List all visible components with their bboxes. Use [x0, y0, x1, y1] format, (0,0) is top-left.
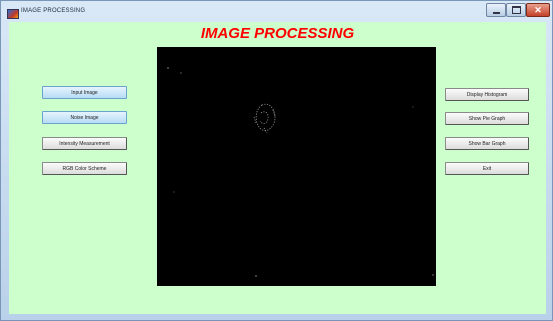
maximize-button[interactable]	[506, 3, 526, 17]
rgb-color-scheme-button[interactable]: RGB Color Scheme	[42, 162, 127, 175]
title-bar[interactable]: IMAGE PROCESSING ✕	[1, 1, 552, 23]
minimize-icon	[492, 11, 500, 14]
display-histogram-button[interactable]: Display Histogram	[445, 88, 529, 101]
image-axes	[157, 47, 436, 286]
matlab-icon	[7, 9, 19, 19]
show-pie-graph-button[interactable]: Show Pie Graph	[445, 112, 529, 125]
maximize-icon	[511, 6, 521, 14]
window-title: IMAGE PROCESSING	[21, 8, 86, 14]
noise-image-button[interactable]: Noise Image	[42, 111, 127, 124]
input-image-button[interactable]: Input Image	[42, 86, 127, 99]
close-button[interactable]: ✕	[526, 3, 550, 17]
minimize-button[interactable]	[486, 3, 506, 17]
figure-canvas: IMAGE PROCESSING Input Image Noise Image…	[9, 22, 546, 314]
processed-image	[167, 67, 434, 277]
close-icon: ✕	[534, 4, 542, 15]
app-window: IMAGE PROCESSING ✕ IMAGE PROCESSING Inpu…	[0, 0, 553, 321]
app-heading: IMAGE PROCESSING	[200, 25, 355, 42]
exit-button[interactable]: Exit	[445, 162, 529, 175]
intensity-measurement-button[interactable]: Intensity Measurement	[42, 137, 127, 150]
show-bar-graph-button[interactable]: Show Bar Graph	[445, 137, 529, 150]
